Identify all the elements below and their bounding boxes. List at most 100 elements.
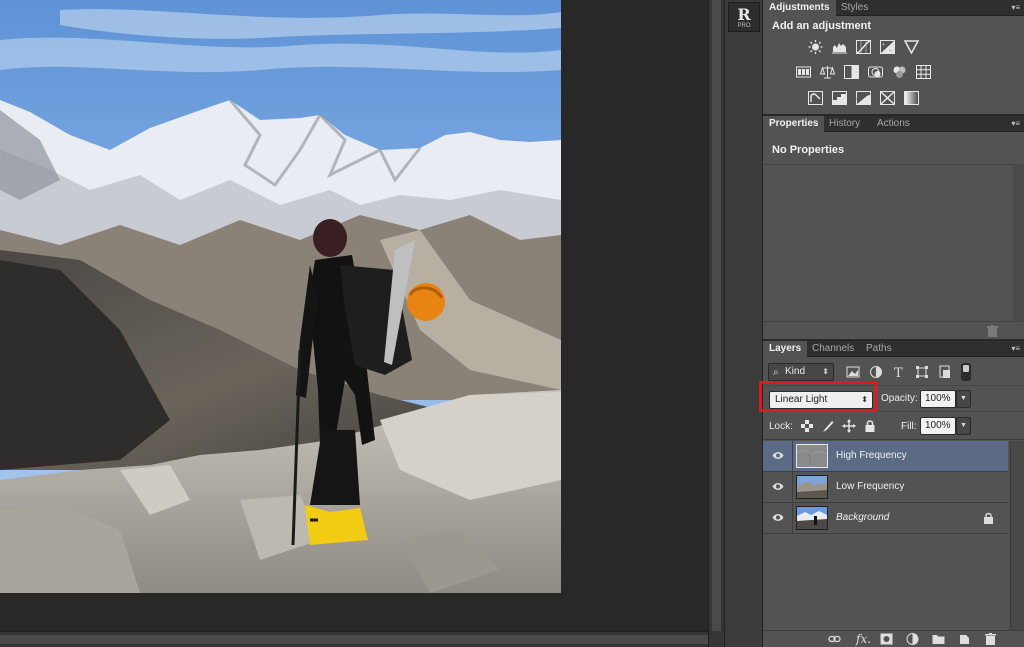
tab-layers[interactable]: Layers <box>763 341 808 357</box>
properties-panel: Properties History Actions ▾≡ No Propert… <box>763 116 1024 340</box>
opacity-field[interactable]: 100% <box>920 390 956 408</box>
exposure-icon[interactable]: + − <box>878 38 896 55</box>
brightness-contrast-icon[interactable] <box>806 38 824 55</box>
tab-actions[interactable]: Actions <box>871 116 916 132</box>
eye-icon <box>772 514 784 521</box>
adjustment-icon-row-2 <box>794 63 932 80</box>
color-lookup-icon[interactable] <box>914 63 932 80</box>
opacity-dropdown-button[interactable]: ▼ <box>956 390 971 408</box>
layers-scrollbar[interactable] <box>1010 441 1024 630</box>
levels-icon[interactable] <box>830 38 848 55</box>
document-canvas-area[interactable] <box>0 0 708 647</box>
selective-color-icon[interactable] <box>878 89 896 106</box>
select-arrows-icon: ⬍ <box>861 395 868 404</box>
visibility-toggle[interactable] <box>763 472 793 502</box>
opacity-label: Opacity: <box>881 393 918 404</box>
fill-label: Fill: <box>901 421 917 432</box>
layer-name[interactable]: Background <box>836 512 889 523</box>
eye-icon <box>772 483 784 490</box>
svg-text:T: T <box>894 366 903 379</box>
tab-adjustments[interactable]: Adjustments <box>763 0 836 16</box>
photo-filter-icon[interactable] <box>866 63 884 80</box>
visibility-toggle[interactable] <box>763 503 793 533</box>
new-group-folder-icon[interactable] <box>932 633 945 645</box>
tab-paths[interactable]: Paths <box>860 341 898 357</box>
visibility-toggle[interactable] <box>763 441 793 471</box>
invert-icon[interactable] <box>806 89 824 106</box>
fill-dropdown-button[interactable]: ▼ <box>956 417 971 435</box>
horizontal-scrollbar[interactable] <box>0 631 708 647</box>
layer-name[interactable]: High Frequency <box>836 450 907 461</box>
properties-divider <box>763 164 1024 165</box>
panel-menu-icon[interactable]: ▾≡ <box>1008 344 1020 353</box>
layer-thumbnail <box>796 506 828 530</box>
hue-saturation-icon[interactable] <box>794 63 812 80</box>
select-arrows-icon: ⬍ <box>822 367 829 376</box>
lock-image-pixels-icon[interactable] <box>821 419 835 433</box>
tab-styles[interactable]: Styles <box>835 0 874 16</box>
vertical-scroll-thumb[interactable] <box>712 0 721 631</box>
adjustment-icon-row-3 <box>806 89 920 106</box>
svg-text:−: − <box>889 48 892 54</box>
layer-row-background[interactable]: Background <box>763 503 1008 534</box>
layer-name[interactable]: Low Frequency <box>836 481 904 492</box>
layer-style-fx-icon[interactable]: fx. <box>856 632 871 646</box>
adjustment-icon-row-1: + − <box>806 38 920 55</box>
filter-toggle-switch[interactable] <box>961 363 971 381</box>
gradient-map-icon[interactable] <box>902 89 920 106</box>
properties-scrollbar[interactable] <box>1013 164 1024 322</box>
panel-column: Adjustments Styles ▾≡ Add an adjustment … <box>763 0 1024 647</box>
layer-row-high-frequency[interactable]: High Frequency <box>763 441 1008 472</box>
pixel-layer-filter-icon[interactable] <box>846 365 860 379</box>
mountain-climber-photo[interactable] <box>0 0 561 593</box>
retouch-pro-panel-icon[interactable]: R PRO <box>728 2 760 32</box>
curves-icon[interactable] <box>854 38 872 55</box>
no-properties-label: No Properties <box>772 144 845 156</box>
fill-field[interactable]: 100% <box>920 417 956 435</box>
posterize-icon[interactable] <box>830 89 848 106</box>
delete-layer-trash-icon[interactable] <box>984 633 997 645</box>
plugin-sub-label: PRO <box>737 23 751 29</box>
adjustments-title: Add an adjustment <box>772 20 872 32</box>
blend-opacity-row: Linear Light ⬍ Opacity: 100% ▼ <box>763 386 1024 412</box>
vertical-scrollbar[interactable] <box>708 0 724 647</box>
adjustment-layer-filter-icon[interactable] <box>869 365 883 379</box>
lock-position-icon[interactable] <box>842 419 856 433</box>
lock-transparent-pixels-icon[interactable] <box>800 419 814 433</box>
shape-layer-filter-icon[interactable] <box>915 365 929 379</box>
layers-tabbar: Layers Channels Paths ▾≡ <box>763 341 1024 357</box>
new-layer-icon[interactable] <box>958 633 971 645</box>
panel-menu-icon[interactable]: ▾≡ <box>1008 3 1020 12</box>
filter-kind-value: Kind <box>785 366 806 377</box>
threshold-icon[interactable] <box>854 89 872 106</box>
search-icon: ⌕ <box>773 367 779 378</box>
vibrance-icon[interactable] <box>902 38 920 55</box>
color-balance-icon[interactable] <box>818 63 836 80</box>
blend-mode-value: Linear Light <box>775 394 828 405</box>
layer-thumbnail <box>796 475 828 499</box>
plugin-letter: R <box>737 5 751 24</box>
trash-icon[interactable] <box>987 325 998 337</box>
blend-mode-select[interactable]: Linear Light ⬍ <box>769 391 873 409</box>
black-white-icon[interactable] <box>842 63 860 80</box>
filter-kind-select[interactable]: ⌕ Kind ⬍ <box>768 363 834 381</box>
channel-mixer-icon[interactable] <box>890 63 908 80</box>
panel-menu-icon[interactable]: ▾≡ <box>1008 119 1020 128</box>
add-mask-icon[interactable] <box>880 633 893 645</box>
horizontal-scroll-thumb[interactable] <box>0 635 708 644</box>
smart-object-filter-icon[interactable] <box>938 365 952 379</box>
tab-properties[interactable]: Properties <box>763 116 825 132</box>
layer-filter-bar: ⌕ Kind ⬍ T <box>763 358 1024 386</box>
tab-channels[interactable]: Channels <box>806 341 860 357</box>
link-layers-icon[interactable] <box>828 633 841 645</box>
tab-history[interactable]: History <box>823 116 866 132</box>
layer-lock-icon <box>983 512 994 524</box>
new-adjustment-layer-icon[interactable] <box>906 633 919 645</box>
type-layer-filter-icon[interactable]: T <box>892 365 906 379</box>
eye-icon <box>772 452 784 459</box>
iconic-panel-dock: R PRO <box>724 0 763 647</box>
properties-footer <box>763 321 1024 339</box>
layer-row-low-frequency[interactable]: Low Frequency <box>763 472 1008 503</box>
lock-all-icon[interactable] <box>863 419 877 433</box>
lock-label: Lock: <box>769 421 793 432</box>
